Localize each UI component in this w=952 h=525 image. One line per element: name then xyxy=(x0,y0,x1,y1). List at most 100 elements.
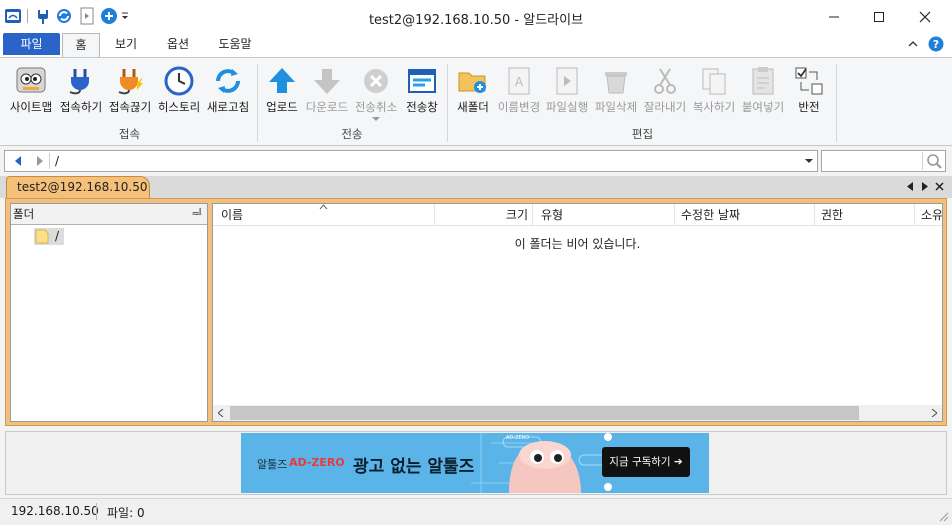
copy-label: 복사하기 xyxy=(692,100,736,114)
refresh-icon xyxy=(216,69,240,93)
folder-pane-header: 폴더 ᆗ xyxy=(11,204,207,225)
column-size[interactable]: 크기 xyxy=(435,204,533,226)
sitemap-icon xyxy=(16,67,46,93)
download-label: 다운로드 xyxy=(305,100,349,114)
run-file-button[interactable]: 파일실행 xyxy=(544,61,590,117)
paste-button[interactable]: 붙여넣기 xyxy=(740,61,786,117)
delete-file-button[interactable]: 파일삭제 xyxy=(593,61,639,117)
folder-tree-root[interactable]: / xyxy=(34,228,64,245)
paste-icon xyxy=(752,67,774,95)
cut-button[interactable]: 잘라내기 xyxy=(642,61,688,117)
run-file-icon xyxy=(556,67,578,95)
horizontal-scroll-thumb[interactable] xyxy=(230,406,859,420)
history-label: 히스토리 xyxy=(157,100,201,114)
column-header-row: 이름 크기 유형 수정한 날짜 권한 소유 xyxy=(213,204,942,226)
search-field[interactable] xyxy=(821,150,946,172)
transfer-window-icon xyxy=(408,69,436,93)
maximize-icon xyxy=(874,11,884,22)
tab-view[interactable]: 보기 xyxy=(107,33,145,57)
status-host: 192.168.10.50 xyxy=(11,504,99,518)
rename-label: 이름변경 xyxy=(497,100,541,114)
column-modified[interactable]: 수정한 날짜 xyxy=(675,204,815,226)
upload-button[interactable]: 업로드 xyxy=(264,61,300,117)
transfer-window-label: 전송창 xyxy=(406,100,438,114)
cancel-transfer-dropdown-icon[interactable] xyxy=(372,117,380,122)
ribbon: 사이트맵 접속하기 접속끊기 히스토리 새로고침 접속 업로드 다운로드 전송취… xyxy=(0,57,952,146)
upload-arrow-icon xyxy=(269,68,295,93)
window-title: test2@192.168.10.50 - 알드라이브 xyxy=(368,13,584,28)
trash-icon xyxy=(605,72,627,94)
address-path: / xyxy=(55,154,60,168)
title-bar: test2@192.168.10.50 - 알드라이브 xyxy=(0,0,952,33)
tab-help[interactable]: 도움말 xyxy=(210,33,260,57)
copy-icon xyxy=(702,68,726,95)
invert-selection-icon xyxy=(795,67,823,95)
tab-file[interactable]: 파일 xyxy=(3,33,60,55)
scroll-right-icon[interactable] xyxy=(931,409,937,417)
download-arrow-icon xyxy=(314,69,340,94)
resize-grip-icon[interactable] xyxy=(938,511,949,522)
delete-file-label: 파일삭제 xyxy=(594,100,638,114)
invert-selection-label: 반전 xyxy=(798,100,820,114)
scissors-icon xyxy=(654,68,676,94)
column-permission[interactable]: 권한 xyxy=(815,204,915,226)
refresh-button[interactable]: 새로고침 xyxy=(205,61,251,117)
forward-arrow-icon[interactable] xyxy=(35,156,45,166)
svg-text:A: A xyxy=(515,75,524,89)
address-dropdown-icon[interactable] xyxy=(805,159,813,164)
disconnect-button[interactable]: 접속끊기 xyxy=(106,61,154,117)
new-folder-label: 새폴더 xyxy=(457,100,489,114)
new-folder-button[interactable]: 새폴더 xyxy=(454,61,492,117)
horizontal-scrollbar[interactable] xyxy=(213,405,942,421)
rename-icon: A xyxy=(508,67,530,95)
ribbon-tab-row: 파일 홈 보기 옵션 도움말 ? xyxy=(0,33,952,58)
ad-banner[interactable]: 알툴즈 AD-ZERO 광고 없는 알툴즈 AD-ZERO 지금 구독하기 ➔ xyxy=(241,433,709,493)
transfer-window-button[interactable]: 전송창 xyxy=(403,61,441,117)
tab-options[interactable]: 옵션 xyxy=(158,33,198,57)
search-input[interactable] xyxy=(824,153,920,169)
pin-icon[interactable]: ᆗ xyxy=(192,204,202,224)
refresh-label: 새로고침 xyxy=(206,100,250,114)
cancel-transfer-button[interactable]: 전송취소 xyxy=(353,61,399,121)
connect-button[interactable]: 접속하기 xyxy=(58,61,104,117)
folder-tree-root-label: / xyxy=(55,229,60,243)
plug-disconnect-icon xyxy=(118,69,143,95)
invert-selection-button[interactable]: 반전 xyxy=(792,61,826,117)
folder-pane-title: 폴더 xyxy=(13,207,35,221)
sitemap-label: 사이트맵 xyxy=(9,100,53,114)
column-owner[interactable]: 소유 xyxy=(915,204,942,226)
sort-ascending-icon xyxy=(319,204,328,210)
column-type[interactable]: 유형 xyxy=(533,204,675,226)
svg-text:?: ? xyxy=(933,38,939,51)
collapse-ribbon-icon[interactable] xyxy=(907,38,919,50)
empty-folder-message: 이 폴더는 비어 있습니다. xyxy=(514,237,641,251)
tab-close-icon[interactable] xyxy=(935,182,944,191)
connect-label: 접속하기 xyxy=(59,100,103,114)
transfer-group-label: 전송 xyxy=(341,127,363,141)
tab-home[interactable]: 홈 xyxy=(62,33,100,58)
back-arrow-icon[interactable] xyxy=(13,156,23,166)
close-icon xyxy=(919,11,931,22)
close-button[interactable] xyxy=(902,0,948,33)
copy-button[interactable]: 복사하기 xyxy=(691,61,737,117)
search-icon[interactable] xyxy=(926,153,942,169)
minimize-button[interactable] xyxy=(811,0,857,33)
rename-button[interactable]: A 이름변경 xyxy=(496,61,542,117)
scroll-left-icon[interactable] xyxy=(218,409,224,417)
clock-history-icon xyxy=(164,66,194,96)
tab-scroll-left-icon[interactable] xyxy=(906,182,914,191)
maximize-button[interactable] xyxy=(856,0,902,33)
tab-scroll-right-icon[interactable] xyxy=(921,182,929,191)
download-button[interactable]: 다운로드 xyxy=(305,61,349,117)
history-button[interactable]: 히스토리 xyxy=(156,61,202,117)
help-icon[interactable]: ? xyxy=(928,36,944,52)
disconnect-label: 접속끊기 xyxy=(108,100,152,114)
address-bar[interactable]: / xyxy=(4,150,818,172)
sitemap-button[interactable]: 사이트맵 xyxy=(8,61,54,117)
ad-headline: 광고 없는 알툴즈 xyxy=(353,457,475,477)
session-tab[interactable]: test2@192.168.10.50 xyxy=(6,176,150,198)
ad-brand: 알툴즈 xyxy=(257,458,288,471)
paste-label: 붙여넣기 xyxy=(741,100,785,114)
edit-group-label: 편집 xyxy=(631,127,654,141)
ad-subscribe-button[interactable]: 지금 구독하기 ➔ xyxy=(602,447,690,477)
